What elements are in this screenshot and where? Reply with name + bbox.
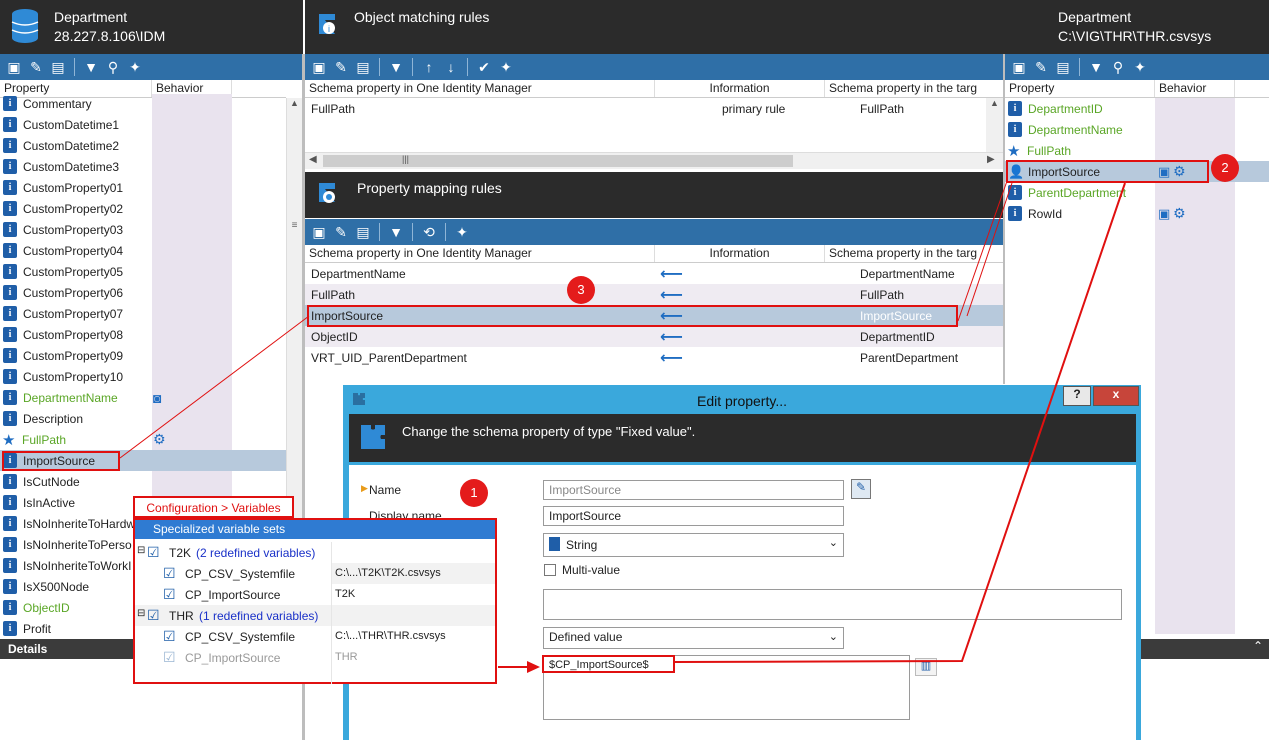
step-badge-1: 1 <box>460 479 488 507</box>
step-badge-2: 2 <box>1211 154 1239 182</box>
annotation-connectors <box>119 180 1126 673</box>
step-badge-3: 3 <box>567 276 595 304</box>
